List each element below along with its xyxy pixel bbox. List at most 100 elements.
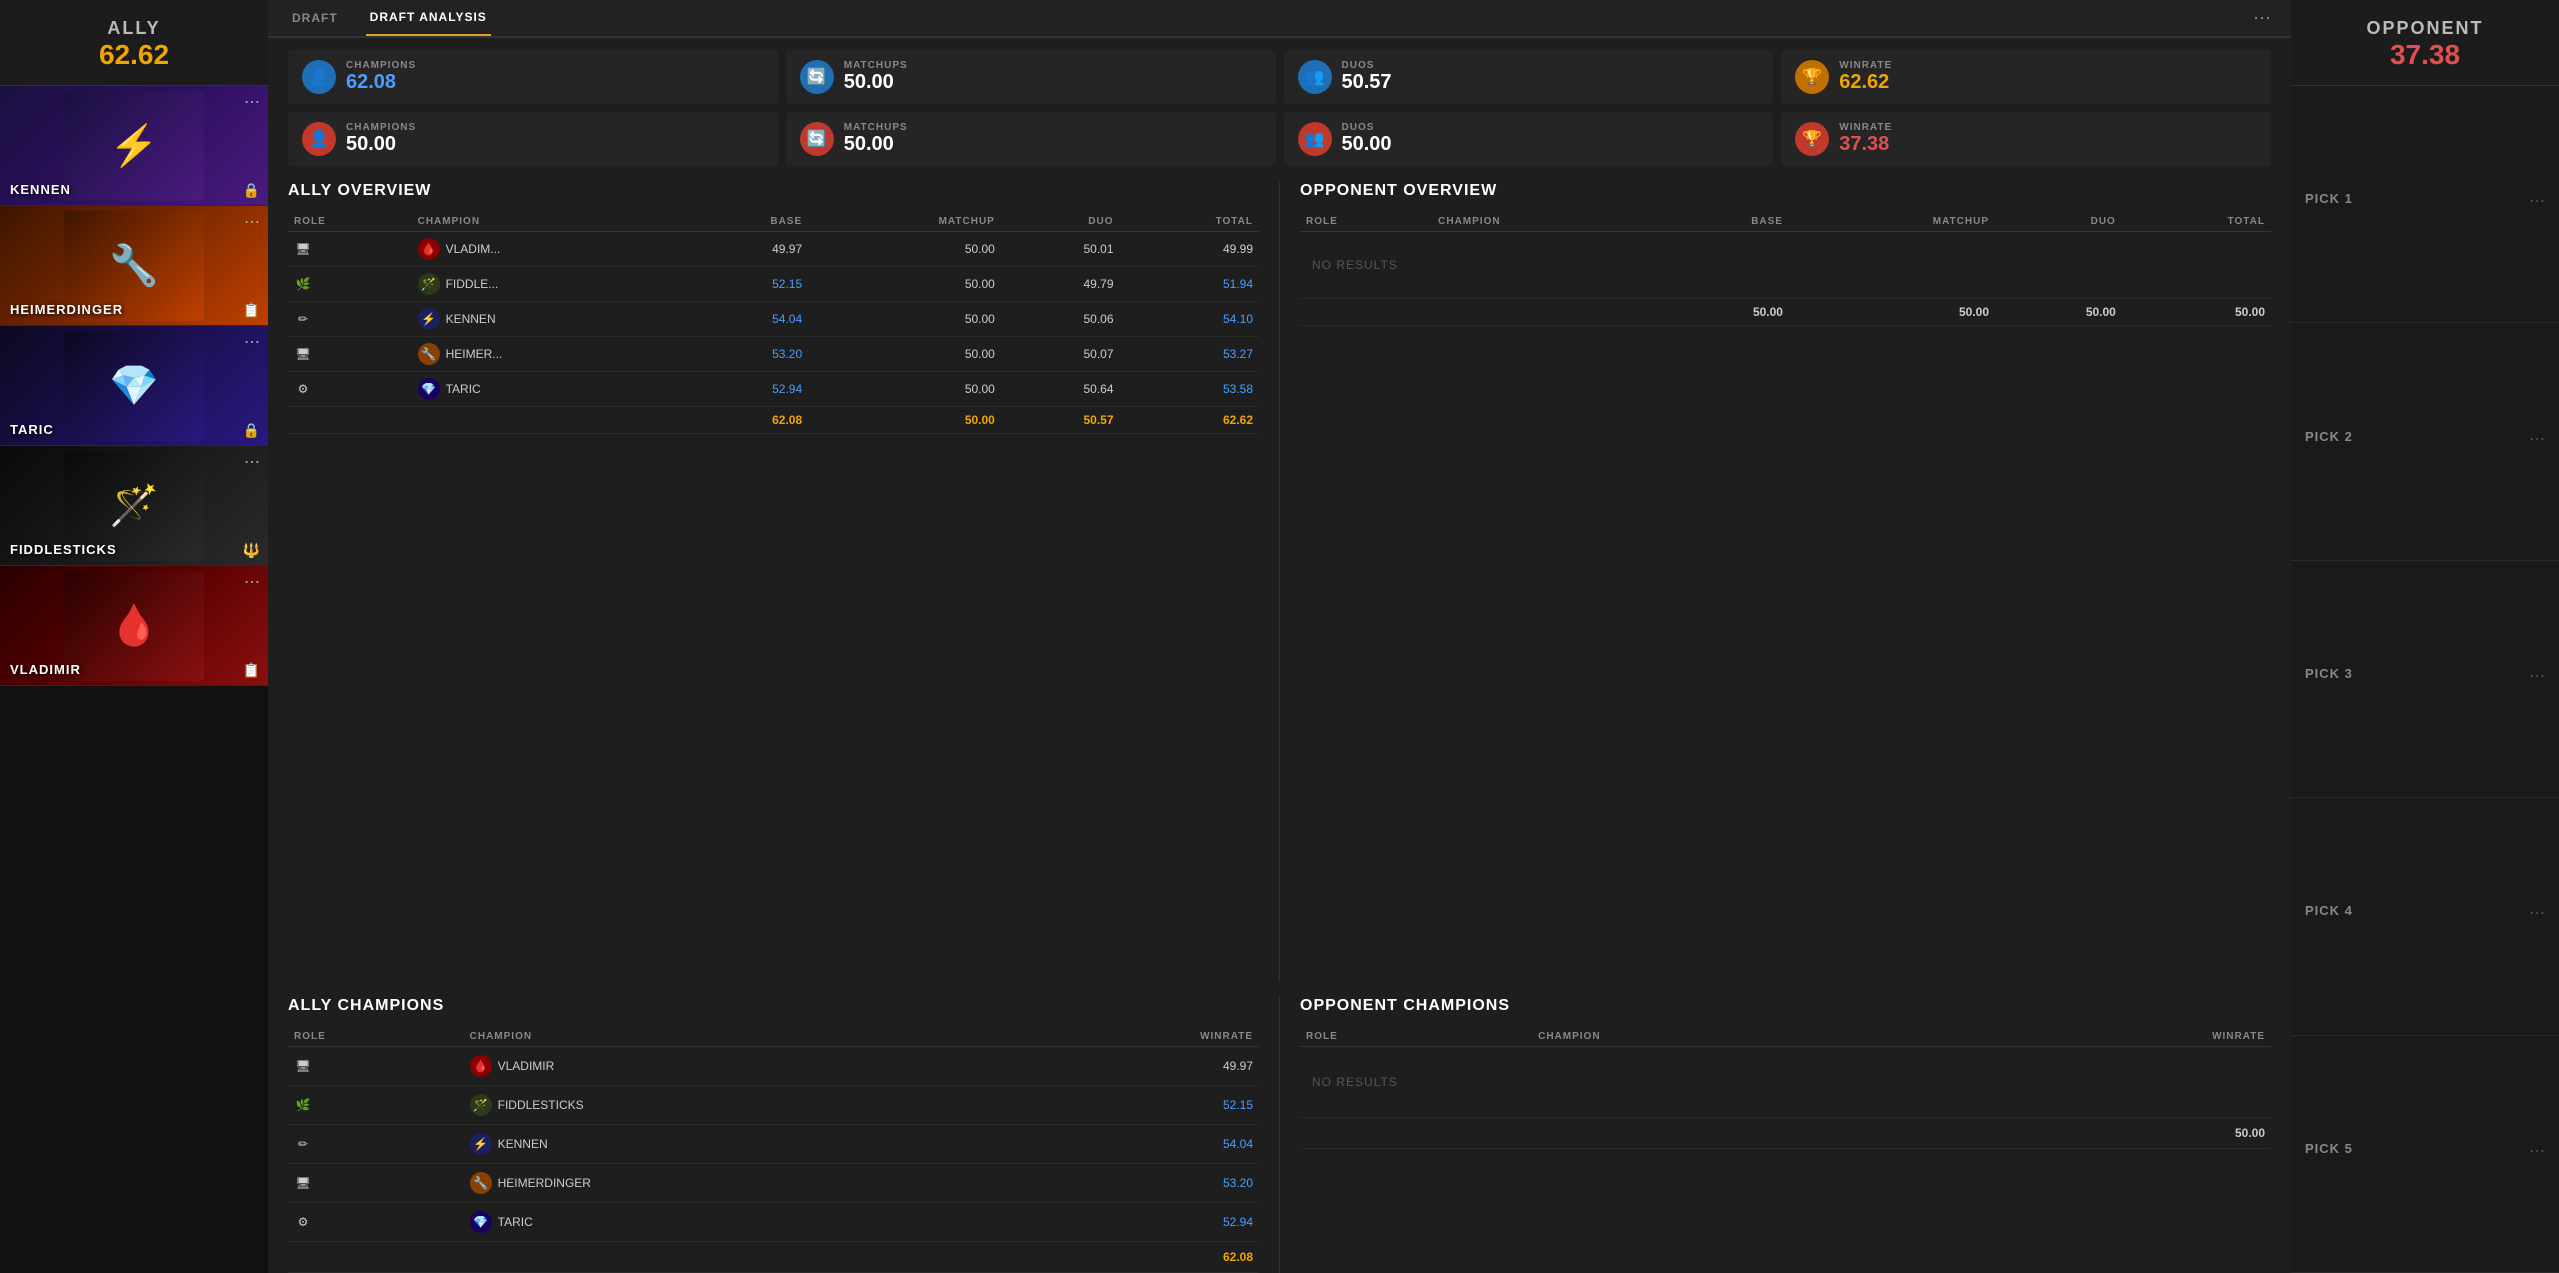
th-matchup: MATCHUP xyxy=(808,212,1001,232)
matchups-icon: 🔄 xyxy=(800,60,834,94)
pick-slot-3[interactable]: PICK 3 ⋯ xyxy=(2291,561,2559,798)
opponent-champions-panel: OPPONENT CHAMPIONS ROLE CHAMPION WINRATE… xyxy=(1279,997,2271,1273)
champ-name-cell: 🔧 HEIMERDINGER xyxy=(464,1164,999,1203)
role-cell: ⚙ xyxy=(288,372,412,407)
more-dots-topbar[interactable]: ⋯ xyxy=(2253,8,2271,29)
table-row: 🖥 🔧 HEIMER... 53.20 50.00 50.07 53.27 xyxy=(288,337,1259,372)
champ-name-taric: TARIC xyxy=(10,422,54,437)
list-item: 🖥 🩸 VLADIMIR 49.97 xyxy=(288,1047,1259,1086)
champ-winrate: 49.97 xyxy=(999,1047,1259,1086)
champs-total-name xyxy=(464,1242,999,1273)
matchup-cell: 50.00 xyxy=(808,232,1001,267)
opp-champions-label: CHAMPIONS xyxy=(346,122,416,133)
pick-slot-2[interactable]: PICK 2 ⋯ xyxy=(2291,323,2559,560)
more-icon-fiddlesticks[interactable]: ⋯ xyxy=(244,452,260,472)
left-sidebar: ALLY 62.62 ⚡ KENNEN ⋯ 🔒 🔧 HEIMERDINGER ⋯… xyxy=(0,0,268,1273)
ally-champions-value: 62.08 xyxy=(346,71,416,94)
opponent-label: OPPONENT xyxy=(2307,18,2543,39)
champ-winrate: 53.20 xyxy=(999,1164,1259,1203)
pick-slot-4[interactable]: PICK 4 ⋯ xyxy=(2291,798,2559,1035)
pick-1-label: PICK 1 xyxy=(2305,191,2353,211)
winrate-icon: 🏆 xyxy=(1795,60,1829,94)
champions-container: ALLY CHAMPIONS ROLE CHAMPION WINRATE 🖥 xyxy=(268,981,2291,1273)
th-total-opp: TOTAL xyxy=(2122,212,2271,232)
opponent-overview-panel: OPPONENT OVERVIEW ROLE CHAMPION BASE MAT… xyxy=(1279,182,2271,981)
champion-card-kennen[interactable]: ⚡ KENNEN ⋯ 🔒 xyxy=(0,86,268,206)
champ-name-vladimir: VLADIMIR xyxy=(10,662,81,677)
tab-draft-analysis[interactable]: DRAFT ANALYSIS xyxy=(366,0,491,36)
total-cell: 53.58 xyxy=(1120,372,1260,407)
opp-total-total: 50.00 xyxy=(2122,299,2271,326)
table-row: 🖥 🩸 VLADIM... 49.97 50.00 50.01 49.99 xyxy=(288,232,1259,267)
opp-duos-icon: 👥 xyxy=(1298,122,1332,156)
champions-icon: 👤 xyxy=(302,60,336,94)
pick-1-more[interactable]: ⋯ xyxy=(2529,191,2545,211)
th-duo-opp: DUO xyxy=(1995,212,2122,232)
list-item: 🖥 🔧 HEIMERDINGER 53.20 xyxy=(288,1164,1259,1203)
champs-total-role xyxy=(288,1242,464,1273)
more-icon-vladimir[interactable]: ⋯ xyxy=(244,572,260,592)
opp-champs-th-role: ROLE xyxy=(1300,1027,1532,1047)
lock-icon-vladimir: 📋 xyxy=(243,662,260,679)
total-cell: 54.10 xyxy=(1120,302,1260,337)
opp-total-champ xyxy=(1432,299,1657,326)
champion-card-heimerdinger[interactable]: 🔧 HEIMERDINGER ⋯ 📋 xyxy=(0,206,268,326)
champ-name-cell: 💎 TARIC xyxy=(464,1203,999,1242)
role-cell: 🖥 xyxy=(288,337,412,372)
pick-5-more[interactable]: ⋯ xyxy=(2529,1141,2545,1161)
champion-card-vladimir[interactable]: 🩸 VLADIMIR ⋯ 📋 xyxy=(0,566,268,686)
more-icon-kennen[interactable]: ⋯ xyxy=(244,92,260,112)
champs-total-winrate: 62.08 xyxy=(999,1242,1259,1273)
th-matchup-opp: MATCHUP xyxy=(1789,212,1995,232)
total-champ-cell xyxy=(412,407,685,434)
role-cell: 🖥 xyxy=(288,232,412,267)
pick-slot-1[interactable]: PICK 1 ⋯ xyxy=(2291,86,2559,323)
table-row: ⚙ 💎 TARIC 52.94 50.00 50.64 53.58 xyxy=(288,372,1259,407)
ally-winrate-label: WINRATE xyxy=(1839,60,1892,71)
th-champion: CHAMPION xyxy=(412,212,685,232)
opp-matchups-value: 50.00 xyxy=(844,133,908,156)
opp-champs-table: ROLE CHAMPION WINRATE NO RESULTS xyxy=(1300,1027,2271,1149)
total-role-cell xyxy=(288,407,412,434)
pick-3-more[interactable]: ⋯ xyxy=(2529,666,2545,686)
more-icon-taric[interactable]: ⋯ xyxy=(244,332,260,352)
ally-header: ALLY 62.62 xyxy=(0,0,268,86)
pick-2-more[interactable]: ⋯ xyxy=(2529,429,2545,449)
champion-card-taric[interactable]: 💎 TARIC ⋯ 🔒 xyxy=(0,326,268,446)
overview-container: ALLY OVERVIEW ROLE CHAMPION BASE MATCHUP… xyxy=(268,166,2291,981)
champ-winrate: 52.94 xyxy=(999,1203,1259,1242)
th-base: BASE xyxy=(685,212,809,232)
th-base-opp: BASE xyxy=(1657,212,1789,232)
pick-5-label: PICK 5 xyxy=(2305,1141,2353,1161)
pick-3-label: PICK 3 xyxy=(2305,666,2353,686)
matchup-cell: 50.00 xyxy=(808,372,1001,407)
champ-name-kennen: KENNEN xyxy=(10,182,71,197)
tab-draft[interactable]: DRAFT xyxy=(288,1,342,35)
more-icon-heimerdinger[interactable]: ⋯ xyxy=(244,212,260,232)
champ-winrate: 52.15 xyxy=(999,1086,1259,1125)
champ-name-fiddlesticks: FIDDLESTICKS xyxy=(10,542,117,557)
list-item: 🌿 🪄 FIDDLESTICKS 52.15 xyxy=(288,1086,1259,1125)
ally-label: ALLY xyxy=(16,18,252,39)
opp-champions-value: 50.00 xyxy=(346,133,416,156)
pick-4-more[interactable]: ⋯ xyxy=(2529,903,2545,923)
champion-cell: ⚡ KENNEN xyxy=(412,302,685,337)
opponent-champions-title: OPPONENT CHAMPIONS xyxy=(1300,997,2271,1015)
ally-score: 62.62 xyxy=(16,39,252,71)
th-role: ROLE xyxy=(288,212,412,232)
lock-icon-fiddlesticks: 🔱 xyxy=(243,542,260,559)
champ-name-heimerdinger: HEIMERDINGER xyxy=(10,302,123,317)
table-row: 🌿 🪄 FIDDLE... 52.15 50.00 49.79 51.94 xyxy=(288,267,1259,302)
opp-stat-winrate: 🏆 WINRATE 37.38 xyxy=(1781,112,2271,166)
opp-total-base: 50.00 xyxy=(1657,299,1789,326)
opponent-header: OPPONENT 37.38 xyxy=(2291,0,2559,86)
opp-total-matchup: 50.00 xyxy=(1789,299,1995,326)
pick-4-label: PICK 4 xyxy=(2305,903,2353,923)
total-cell: 53.27 xyxy=(1120,337,1260,372)
opponent-overview-title: OPPONENT OVERVIEW xyxy=(1300,182,2271,200)
ally-matchups-value: 50.00 xyxy=(844,71,908,94)
ally-overview-table: ROLE CHAMPION BASE MATCHUP DUO TOTAL 🖥 xyxy=(288,212,1259,434)
pick-slot-5[interactable]: PICK 5 ⋯ xyxy=(2291,1036,2559,1273)
opp-stat-champions: 👤 CHAMPIONS 50.00 xyxy=(288,112,778,166)
champion-card-fiddlesticks[interactable]: 🪄 FIDDLESTICKS ⋯ 🔱 xyxy=(0,446,268,566)
